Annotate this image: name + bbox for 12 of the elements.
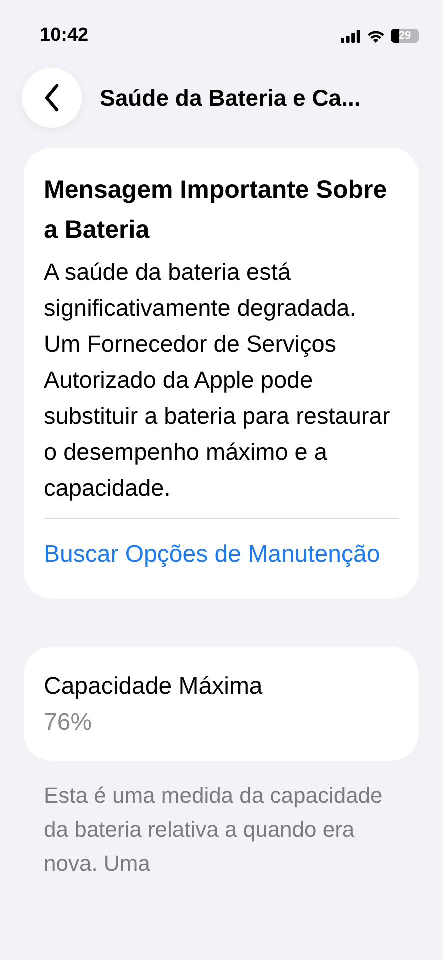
wifi-icon — [367, 30, 385, 42]
status-time: 10:42 — [40, 25, 89, 47]
capacity-label: Capacidade Máxima — [44, 672, 264, 702]
card-body: A saúde da bateria está significativamente degradada. Um Fornecedor de Serviços Autorizado da Apple pode substituir a bateria para restaurar o desempenho máximo e a capacidade. — [44, 258, 392, 503]
card-title: Mensagem Importante Sobre a Bateria — [44, 175, 388, 246]
page-title: Saúde da Bateria e Ca... — [100, 84, 361, 112]
service-options-link[interactable]: Buscar Opções de Manutenção — [44, 535, 399, 575]
capacity-description: Esta é uma medida da capacidade da bateria relativa a quando era nova. Uma — [44, 782, 384, 878]
back-icon — [44, 84, 60, 112]
signal-icon — [341, 30, 361, 42]
capacity-value: 76% — [44, 708, 94, 738]
battery-indicator: 29 — [391, 29, 419, 43]
